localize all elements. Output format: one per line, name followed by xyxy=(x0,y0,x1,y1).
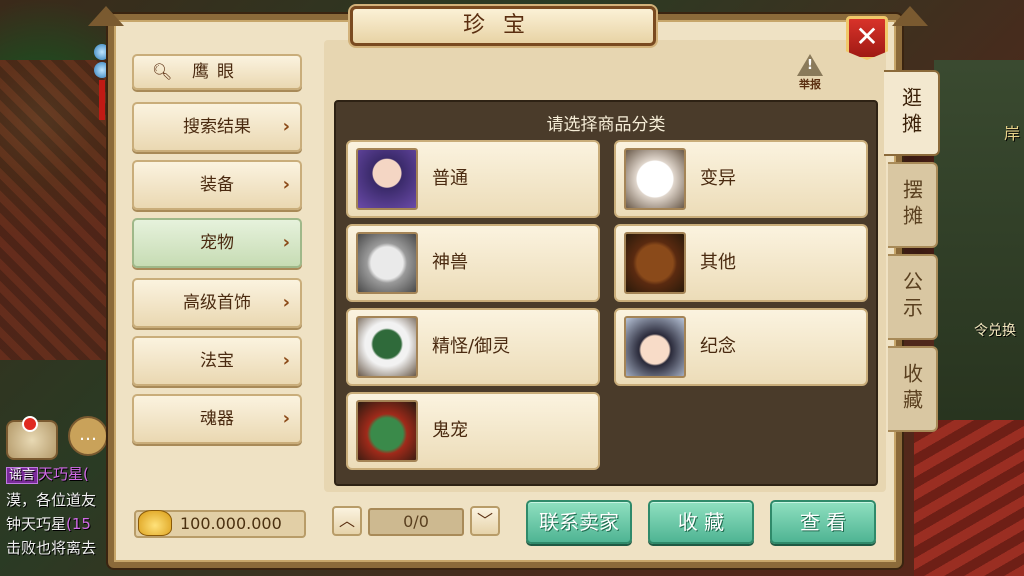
chibi-girl-portrait-icon xyxy=(624,316,686,378)
category-card-ghost-pet[interactable]: 鬼宠 xyxy=(346,392,600,470)
page-indicator: 0/0 xyxy=(368,508,464,536)
favorite-button[interactable]: 收 藏 xyxy=(648,500,754,544)
search-button-label: 鹰眼 xyxy=(192,62,242,82)
sidebar-item-soul-vessel[interactable]: 魂器 › xyxy=(132,394,302,444)
category-card-normal[interactable]: 普通 xyxy=(346,140,600,218)
bear-portrait-icon xyxy=(624,232,686,294)
chat-name: 钟天巧星 xyxy=(6,515,67,533)
sidebar-item-magic-treasure[interactable]: 法宝 › xyxy=(132,336,302,386)
category-label: 神兽 xyxy=(432,252,468,273)
girl-portrait-icon xyxy=(356,148,418,210)
chat-bubble-icon[interactable]: … xyxy=(68,416,108,456)
chat-line: 漠，各位道友 xyxy=(6,488,96,512)
chevron-right-icon: › xyxy=(282,116,290,137)
close-icon[interactable]: ✕ xyxy=(846,16,888,60)
green-ghost-portrait-icon xyxy=(356,400,418,462)
tab-browse-stalls[interactable]: 逛摊 xyxy=(884,70,940,156)
category-card-commemorative[interactable]: 纪念 xyxy=(614,308,868,386)
white-tiger-portrait-icon xyxy=(356,232,418,294)
eagle-eye-search-button[interactable]: 🔍︎ 鹰眼 xyxy=(132,54,302,90)
chat-name: 天巧星( xyxy=(38,465,89,483)
background-right-scene xyxy=(934,60,1024,420)
panda-mask-portrait-icon xyxy=(356,316,418,378)
category-label: 其他 xyxy=(700,252,736,273)
chat-text: 击败也将离去 xyxy=(6,539,97,557)
tab-favorites[interactable]: 收藏 xyxy=(888,346,938,432)
tab-set-up-stall[interactable]: 摆摊 xyxy=(888,162,938,248)
background-label-1: 岸 xyxy=(1003,124,1020,143)
chat-line: 谣言 天巧星( xyxy=(6,462,96,488)
notification-dot-icon xyxy=(22,416,38,432)
page-down-button[interactable]: ﹀ xyxy=(470,506,500,536)
rumor-tag: 谣言 xyxy=(6,467,39,484)
tab-announcement[interactable]: 公示 xyxy=(888,254,938,340)
window-title: 珍宝 xyxy=(350,6,656,46)
sidebar-item-label: 装备 xyxy=(200,175,234,195)
sidebar-item-search-results[interactable]: 搜索结果 › xyxy=(132,102,302,152)
white-dog-portrait-icon xyxy=(624,148,686,210)
gold-amount: 100.000.000 xyxy=(180,514,282,533)
sidebar-item-label: 法宝 xyxy=(200,351,234,371)
sidebar-item-label: 搜索结果 xyxy=(183,117,251,137)
sidebar-item-label: 高级首饰 xyxy=(183,293,251,313)
gold-balance: 100.000.000 xyxy=(134,510,306,538)
chat-line: 击败也将离去 xyxy=(6,536,96,560)
category-panel: 请选择商品分类 普通 变异 神兽 其他 精怪/御灵 纪念 鬼宠 xyxy=(334,100,878,486)
category-label: 纪念 xyxy=(700,336,736,357)
page-up-button[interactable]: ︿ xyxy=(332,506,362,536)
category-label: 普通 xyxy=(432,168,468,189)
chevron-right-icon: › xyxy=(282,292,290,313)
background-label-2: 令兑换 xyxy=(974,323,1016,339)
category-card-mutant[interactable]: 变异 xyxy=(614,140,868,218)
chevron-down-icon: ﹀ xyxy=(476,511,493,530)
chevron-right-icon: › xyxy=(282,232,290,253)
chevron-right-icon: › xyxy=(282,174,290,195)
friend-button[interactable] xyxy=(6,416,58,460)
chevron-up-icon: ︿ xyxy=(338,511,355,530)
category-card-other[interactable]: 其他 xyxy=(614,224,868,302)
gold-ingot-icon xyxy=(138,510,172,536)
chevron-right-icon: › xyxy=(282,408,290,429)
sidebar-item-label: 宠物 xyxy=(200,233,234,253)
chat-text: (15 xyxy=(66,515,91,533)
category-heading: 请选择商品分类 xyxy=(546,115,666,135)
category-label: 鬼宠 xyxy=(432,420,468,441)
background-roof-right xyxy=(914,420,1024,576)
report-button[interactable]: ! 举报 xyxy=(794,54,826,94)
report-label: 举报 xyxy=(799,78,821,91)
contact-seller-button[interactable]: 联系卖家 xyxy=(526,500,632,544)
warning-icon: ! xyxy=(797,54,823,76)
category-card-spirit[interactable]: 精怪/御灵 xyxy=(346,308,600,386)
chat-log: 谣言 天巧星( 漠，各位道友 钟天巧星(15 击败也将离去 xyxy=(6,462,96,560)
chevron-right-icon: › xyxy=(282,350,290,371)
category-card-divine-beast[interactable]: 神兽 xyxy=(346,224,600,302)
category-label: 变异 xyxy=(700,168,736,189)
sidebar-item-pets[interactable]: 宠物 › xyxy=(132,218,302,268)
chat-line: 钟天巧星(15 xyxy=(6,512,96,536)
sidebar-item-label: 魂器 xyxy=(200,409,234,429)
view-button[interactable]: 查 看 xyxy=(770,500,876,544)
category-label: 精怪/御灵 xyxy=(432,336,511,357)
chat-text: 漠，各位道友 xyxy=(6,491,97,509)
sidebar-item-equipment[interactable]: 装备 › xyxy=(132,160,302,210)
sidebar-item-jewelry[interactable]: 高级首饰 › xyxy=(132,278,302,328)
search-icon: 🔍︎ xyxy=(152,62,173,81)
